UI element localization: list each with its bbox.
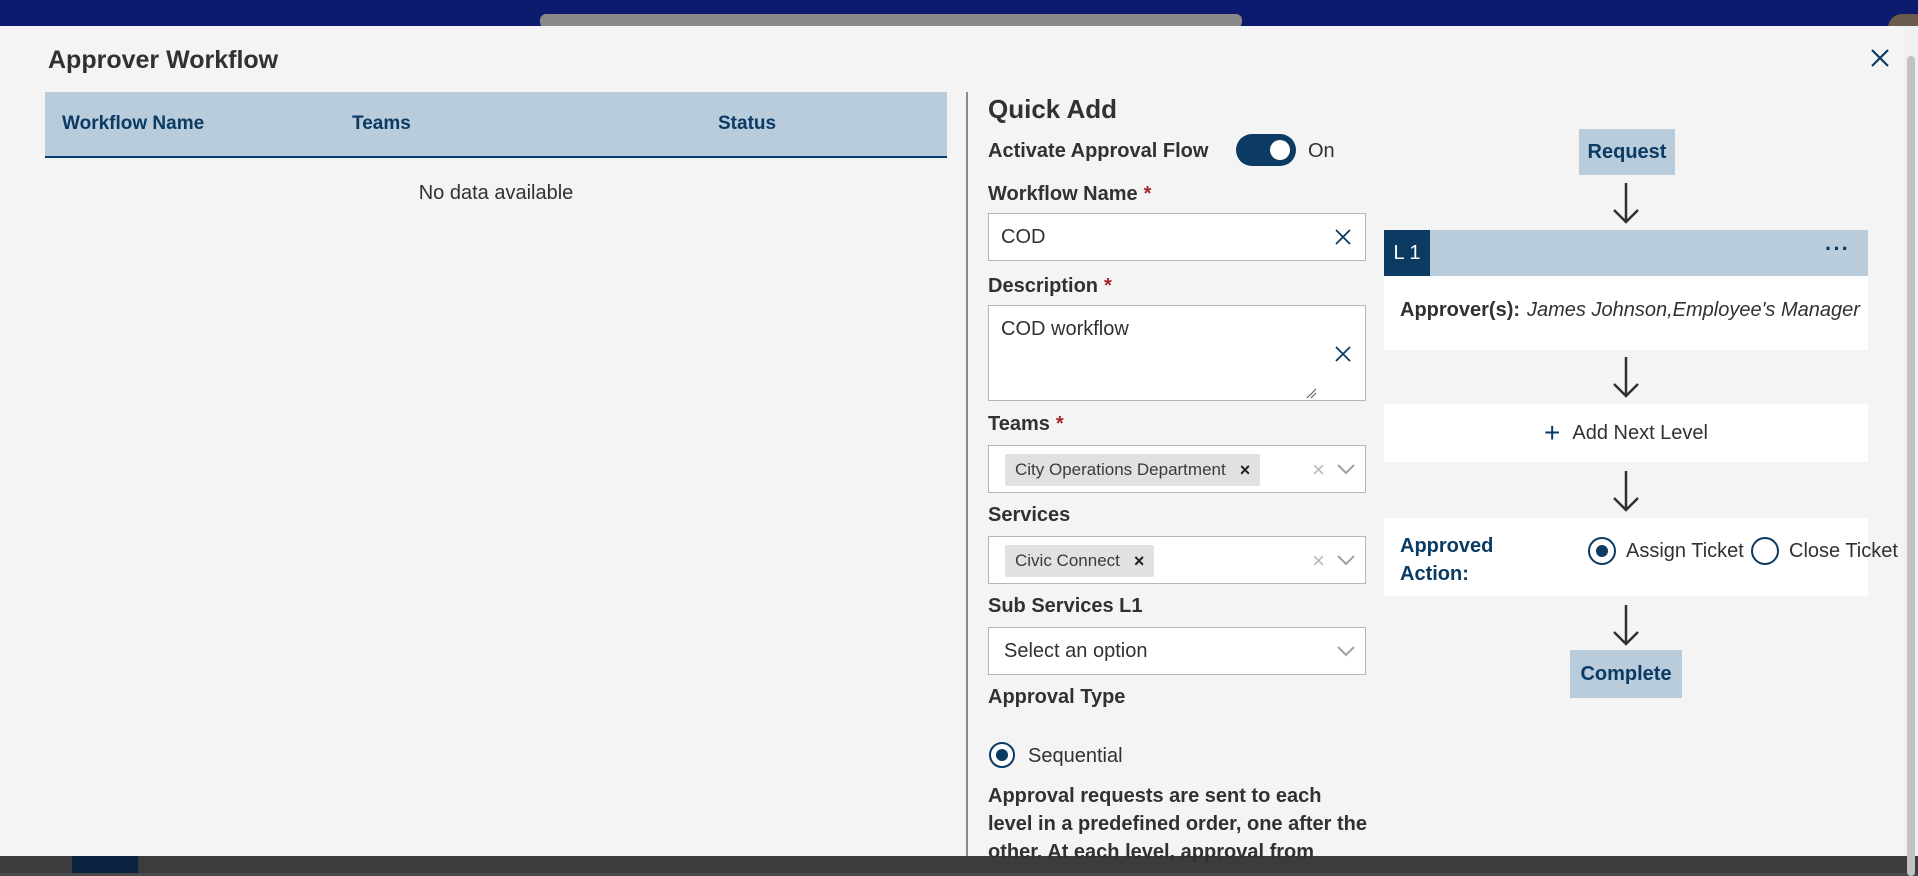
remove-chip-icon[interactable]: × [1134, 551, 1145, 572]
background-tile [72, 856, 138, 873]
assign-ticket-label: Assign Ticket [1626, 540, 1744, 562]
request-node: Request [1579, 129, 1675, 175]
more-options-icon[interactable]: ··· [1825, 236, 1850, 262]
chevron-down-icon[interactable] [1335, 460, 1357, 483]
clear-icon[interactable] [1333, 227, 1353, 252]
remove-chip-icon[interactable]: × [1240, 460, 1251, 481]
chevron-down-icon[interactable] [1335, 551, 1357, 574]
approval-type-label: Approval Type [988, 686, 1126, 708]
add-next-level-label: Add Next Level [1572, 421, 1708, 444]
add-next-level-card[interactable]: + Add Next Level [1384, 404, 1868, 462]
required-asterisk: * [1055, 413, 1064, 435]
team-chip-label: City Operations Department [1015, 460, 1226, 479]
panel-divider [966, 92, 968, 856]
background-footer [0, 856, 1918, 873]
close-ticket-label: Close Ticket [1789, 540, 1898, 562]
resize-grip-icon[interactable] [1305, 386, 1317, 399]
column-header-teams[interactable]: Teams [352, 113, 718, 135]
toggle-state-text: On [1308, 140, 1335, 162]
teams-label: Teams * [988, 413, 1064, 435]
scrollbar-thumb[interactable] [1907, 56, 1915, 876]
team-chip: City Operations Department × [1005, 454, 1261, 486]
column-header-status[interactable]: Status [718, 113, 918, 135]
service-chip: Civic Connect × [1005, 545, 1155, 577]
teams-select[interactable]: City Operations Department × × [988, 445, 1366, 493]
workflow-name-value: COD [1001, 226, 1046, 248]
required-asterisk: * [1104, 275, 1112, 297]
complete-node: Complete [1570, 650, 1682, 698]
column-header-workflow-name[interactable]: Workflow Name [45, 113, 352, 135]
down-arrow-icon [1613, 357, 1639, 398]
required-asterisk: * [1143, 183, 1152, 205]
sub-services-label: Sub Services L1 [988, 595, 1143, 617]
radio-dot [996, 749, 1008, 761]
approved-action-label: Approved Action: [1400, 535, 1494, 585]
description-textarea[interactable]: COD workflow [988, 305, 1366, 401]
scrollbar[interactable] [1904, 26, 1918, 876]
approvers-label: Approver(s): [1400, 299, 1521, 321]
radio-dot [1596, 545, 1608, 557]
activate-approval-label: Activate Approval Flow [988, 140, 1209, 162]
description-label: Description * [988, 275, 1112, 297]
service-chip-label: Civic Connect [1015, 551, 1120, 570]
approvers-value: James Johnson,Employee's Manager [1527, 299, 1860, 321]
table-header: Workflow Name Teams Status [45, 92, 947, 158]
toggle-knob [1270, 140, 1290, 160]
services-label: Services [988, 504, 1071, 526]
activate-approval-toggle[interactable] [1236, 134, 1296, 166]
approvers-card: Approver(s): James Johnson,Employee's Ma… [1384, 276, 1868, 350]
add-next-level-button[interactable]: + Add Next Level [1384, 404, 1868, 462]
down-arrow-icon [1613, 471, 1639, 512]
plus-icon: + [1544, 417, 1561, 448]
level-1-header: L 1 ··· [1384, 230, 1868, 276]
quick-add-title: Quick Add [988, 94, 1118, 124]
chevron-down-icon[interactable] [1335, 642, 1357, 665]
sequential-label: Sequential [1028, 745, 1123, 767]
down-arrow-icon [1613, 183, 1639, 224]
level-tag: L 1 [1384, 230, 1430, 276]
modal-title: Approver Workflow [48, 46, 279, 74]
approval-type-description: Approval requests are sent to each level… [988, 785, 1367, 863]
sub-services-select[interactable]: Select an option [988, 627, 1366, 675]
close-icon[interactable] [1866, 44, 1894, 72]
services-select[interactable]: Civic Connect × × [988, 536, 1366, 584]
workflow-table: Workflow Name Teams Status No data avail… [45, 92, 947, 205]
clear-selection-icon[interactable]: × [1312, 548, 1325, 574]
description-value: COD workflow [1001, 318, 1129, 340]
assign-ticket-radio[interactable] [1588, 537, 1616, 565]
workflow-name-input[interactable]: COD [988, 213, 1366, 261]
clear-selection-icon[interactable]: × [1312, 457, 1325, 483]
close-ticket-radio[interactable] [1751, 537, 1779, 565]
workflow-name-label: Workflow Name * [988, 183, 1152, 205]
down-arrow-icon [1613, 605, 1639, 646]
sequential-radio[interactable] [989, 742, 1015, 768]
clear-icon[interactable] [1333, 344, 1353, 369]
sub-services-placeholder: Select an option [1004, 640, 1148, 662]
empty-state-text: No data available [418, 182, 574, 204]
